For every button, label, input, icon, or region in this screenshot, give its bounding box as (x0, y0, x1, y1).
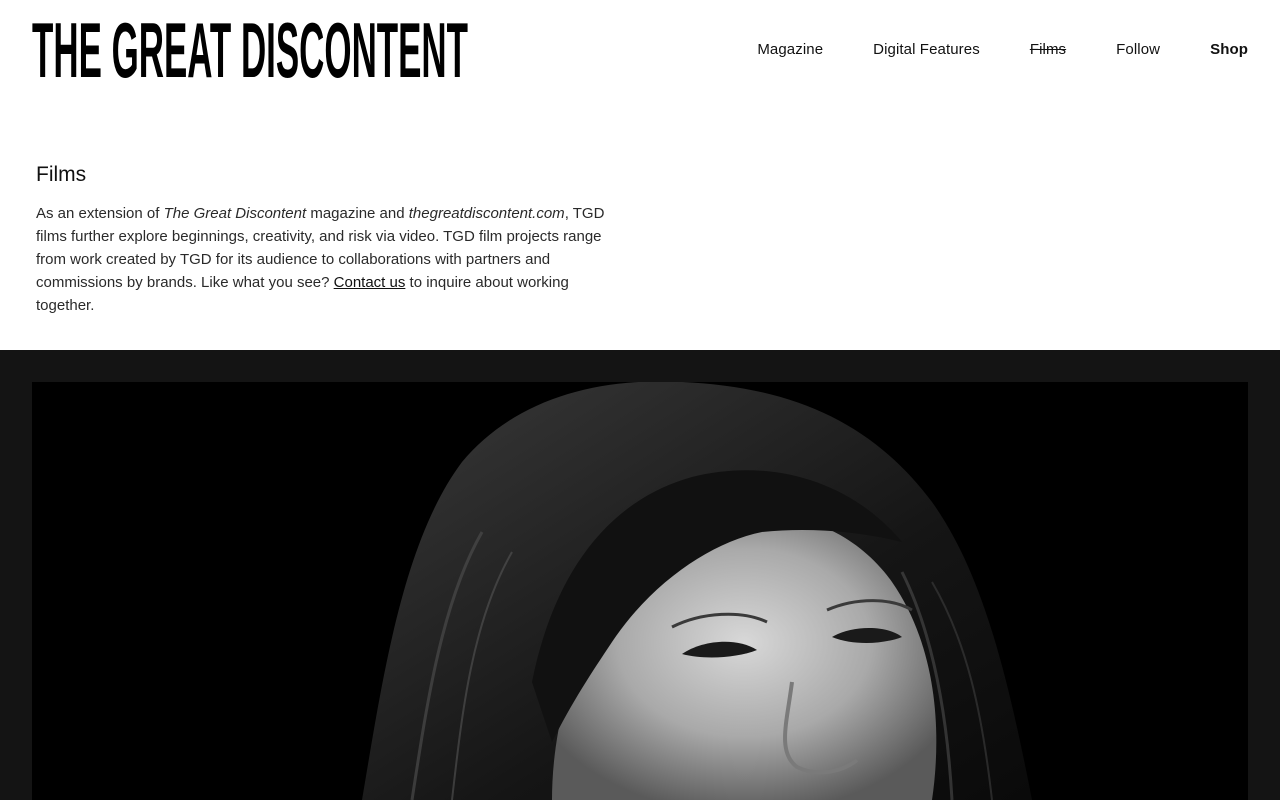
intro-paragraph: As an extension of The Great Discontent … (36, 202, 626, 317)
site-logo[interactable]: THE GREAT DISCONTENT (32, 18, 468, 82)
portrait-image (32, 382, 1248, 800)
nav-magazine[interactable]: Magazine (757, 40, 823, 60)
intro-text-2: magazine and (306, 205, 409, 222)
nav-shop[interactable]: Shop (1210, 40, 1248, 60)
films-intro: Films As an extension of The Great Disco… (36, 160, 626, 317)
nav-films[interactable]: Films (1030, 40, 1066, 60)
film-video-thumbnail[interactable] (32, 382, 1248, 800)
logo-text: THE GREAT DISCONTENT (32, 18, 468, 82)
page-title: Films (36, 163, 87, 186)
website-name: thegreatdiscontent.com (408, 205, 565, 222)
nav-digital-features[interactable]: Digital Features (873, 40, 980, 60)
logo-wordmark: THE GREAT DISCONTENT (32, 18, 468, 82)
site-header: THE GREAT DISCONTENT Magazine Digital Fe… (0, 0, 1280, 110)
main-nav: Magazine Digital Features Films Follow S… (707, 40, 1248, 60)
film-feature-section (0, 350, 1280, 800)
magazine-name: The Great Discontent (163, 205, 307, 222)
intro-text-1: As an extension of (36, 205, 164, 222)
nav-follow[interactable]: Follow (1116, 40, 1160, 60)
contact-us-link[interactable]: Contact us (334, 274, 406, 291)
